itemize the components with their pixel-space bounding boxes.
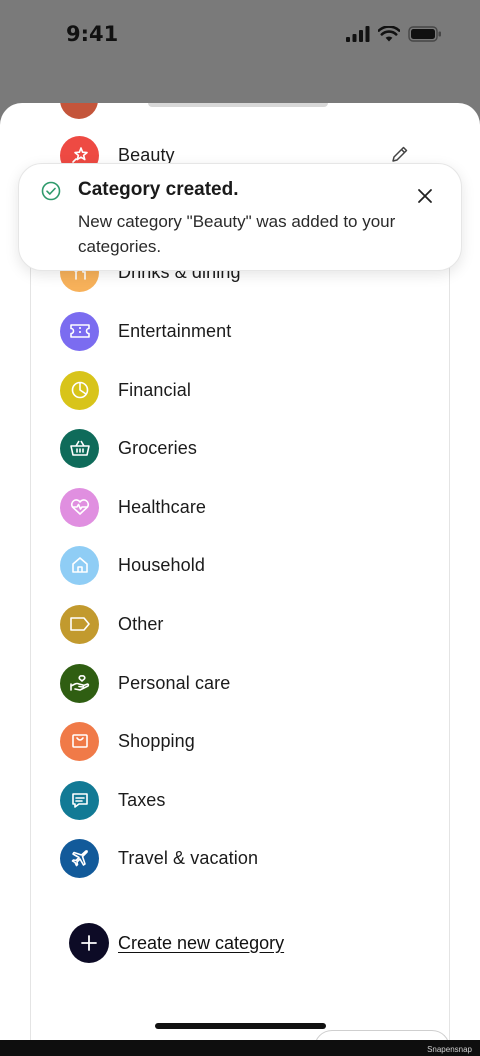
pencil-edit-icon[interactable] (390, 144, 410, 164)
pie-chart-icon (60, 370, 99, 410)
shopping-bag-icon (60, 721, 99, 761)
status-time: 9:41 (66, 22, 119, 46)
create-new-category-button[interactable]: Create new category (69, 923, 284, 963)
category-label: Healthcare (118, 496, 207, 517)
category-label: Household (118, 554, 205, 575)
bottom-band (0, 1040, 480, 1056)
heartbeat-icon (60, 487, 99, 527)
plus-icon[interactable] (69, 923, 109, 963)
category-label: Taxes (118, 789, 166, 810)
cellular-signal-icon (346, 26, 370, 42)
category-row-shopping[interactable]: Shopping (60, 721, 420, 761)
airplane-icon (60, 838, 99, 878)
create-new-category-label[interactable]: Create new category (118, 933, 284, 954)
watermark: Snapensnap (427, 1045, 472, 1054)
category-row-other[interactable]: Other (60, 604, 420, 644)
category-label: Financial (118, 379, 191, 400)
category-label: Personal care (118, 672, 231, 693)
category-row-groceries[interactable]: Groceries (60, 428, 420, 468)
category-row-taxes[interactable]: Taxes (60, 780, 420, 820)
category-label: Shopping (118, 730, 195, 751)
hand-heart-icon (60, 663, 99, 703)
house-icon (60, 545, 99, 585)
partial-category-icon (60, 103, 98, 119)
category-label: Travel & vacation (118, 847, 259, 868)
category-row-travel-vacation[interactable]: Travel & vacation (60, 838, 420, 878)
category-label: Other (118, 613, 164, 634)
status-icons (346, 26, 442, 42)
category-label: Groceries (118, 437, 197, 458)
toast-title: Category created. (78, 179, 239, 200)
status-bar: 9:41 (0, 0, 480, 72)
basket-icon (60, 428, 99, 468)
category-row-household[interactable]: Household (60, 545, 420, 585)
success-toast: Category created. New category "Beauty" … (18, 163, 462, 271)
close-icon[interactable] (415, 186, 435, 206)
check-circle-icon (41, 181, 61, 201)
category-label: Entertainment (118, 320, 232, 341)
partial-header-text (148, 103, 328, 107)
category-row-healthcare[interactable]: Healthcare (60, 487, 420, 527)
wifi-icon (378, 26, 400, 42)
category-row-personal-care[interactable]: Personal care (60, 663, 420, 703)
partial-header-row (0, 103, 480, 123)
category-row-entertainment[interactable]: Entertainment (60, 311, 420, 351)
category-row-financial[interactable]: Financial (60, 370, 420, 410)
home-indicator (155, 1023, 326, 1029)
battery-icon (408, 26, 441, 42)
tag-icon (60, 604, 99, 644)
ticket-icon (60, 311, 99, 351)
receipt-icon (60, 780, 99, 820)
toast-message: New category "Beauty" was added to your … (78, 212, 396, 256)
